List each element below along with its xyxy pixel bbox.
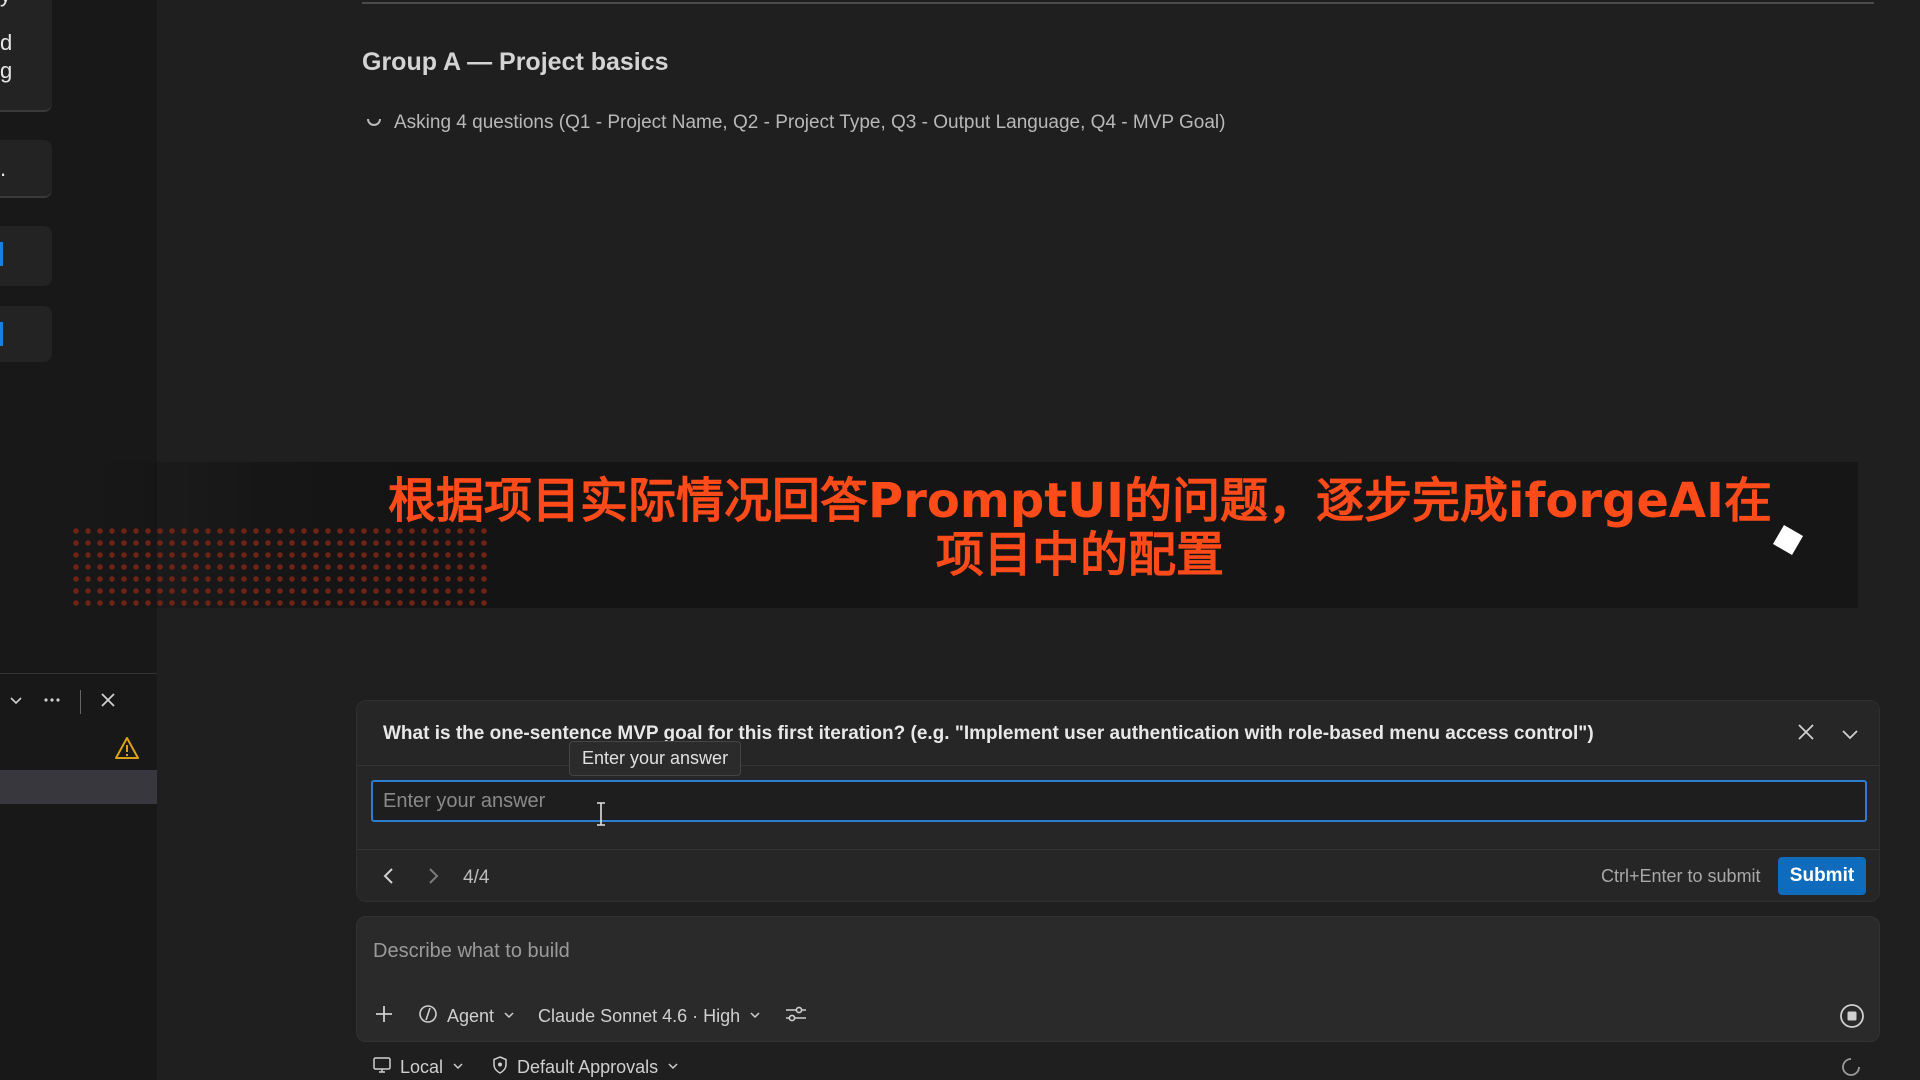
more-icon[interactable] — [42, 692, 62, 713]
stop-button[interactable] — [1839, 1003, 1865, 1034]
sidebar-selected-row[interactable] — [0, 770, 157, 804]
sidebar-card-line: d — [0, 30, 13, 55]
active-indicator — [0, 322, 3, 346]
agent-mode-dropdown[interactable]: Agent — [417, 1003, 516, 1030]
group-title: Group A — Project basics — [362, 48, 669, 76]
model-label: Claude Sonnet 4.6 · High — [538, 1006, 741, 1026]
input-tooltip: Enter your answer — [569, 741, 742, 776]
separator — [80, 690, 81, 714]
add-icon[interactable] — [373, 1003, 395, 1030]
question-panel: What is the one-sentence MVP goal for th… — [356, 700, 1880, 902]
question-text: What is the one-sentence MVP goal for th… — [383, 723, 1594, 744]
chevron-down-icon — [666, 1057, 680, 1078]
code-icon — [417, 1003, 439, 1030]
approvals-label: Default Approvals — [517, 1057, 659, 1077]
location-label: Local — [400, 1057, 444, 1077]
chevron-down-icon[interactable] — [8, 692, 24, 713]
composer-input[interactable] — [373, 933, 1673, 969]
chevron-down-icon[interactable] — [1839, 723, 1861, 750]
previous-question-button[interactable] — [379, 865, 399, 892]
close-icon[interactable] — [99, 691, 117, 714]
monitor-icon — [372, 1056, 392, 1079]
chevron-down-icon — [451, 1057, 465, 1078]
chevron-down-icon — [502, 1006, 516, 1027]
composer-toolbar: Agent Claude Sonnet 4.6 · High — [373, 1003, 808, 1030]
app-window: y d g . — [0, 0, 1920, 1080]
status-line: Asking 4 questions (Q1 - Project Name, Q… — [364, 110, 1225, 136]
sidebar-card-line: y — [0, 0, 11, 8]
spinner-icon — [364, 110, 384, 136]
loading-spinner-icon — [1840, 1056, 1862, 1080]
panel-divider — [0, 673, 157, 674]
text-cursor-icon — [595, 801, 607, 832]
approvals-dropdown[interactable]: Default Approvals — [491, 1055, 680, 1080]
warning-icon — [114, 736, 140, 765]
diamond-icon — [1768, 520, 1808, 565]
agent-mode-label: Agent — [447, 1006, 495, 1026]
model-dropdown[interactable]: Claude Sonnet 4.6 · High — [538, 1006, 762, 1027]
shield-icon — [491, 1055, 509, 1080]
sidebar-card-line: g — [0, 58, 13, 83]
caption-text: 根据项目实际情况回答PromptUI的问题，逐步完成iforgeAI在项目中的配… — [388, 473, 1772, 583]
footer-toolbar: Local Default Approvals — [372, 1055, 680, 1080]
close-icon[interactable] — [1795, 721, 1817, 748]
page-counter: 4/4 — [463, 867, 490, 888]
sidebar-card-4[interactable] — [0, 306, 52, 362]
composer: Agent Claude Sonnet 4.6 · High — [356, 916, 1880, 1042]
sidebar-card-3[interactable] — [0, 226, 52, 286]
sidebar-card-line: . — [0, 156, 7, 181]
top-divider — [362, 2, 1874, 4]
settings-sliders-icon[interactable] — [784, 1003, 808, 1030]
active-indicator — [0, 242, 3, 266]
submit-hint: Ctrl+Enter to submit — [1601, 866, 1761, 886]
chevron-down-icon — [748, 1006, 762, 1027]
location-dropdown[interactable]: Local — [372, 1056, 465, 1079]
panel-controls — [8, 690, 117, 714]
submit-button[interactable]: Submit — [1778, 857, 1866, 895]
sidebar-card-2[interactable]: . — [0, 140, 52, 198]
sidebar-card-1[interactable]: y d g — [0, 0, 52, 112]
divider — [357, 849, 1879, 850]
status-text: Asking 4 questions (Q1 - Project Name, Q… — [394, 112, 1226, 133]
next-question-button[interactable] — [423, 865, 443, 892]
